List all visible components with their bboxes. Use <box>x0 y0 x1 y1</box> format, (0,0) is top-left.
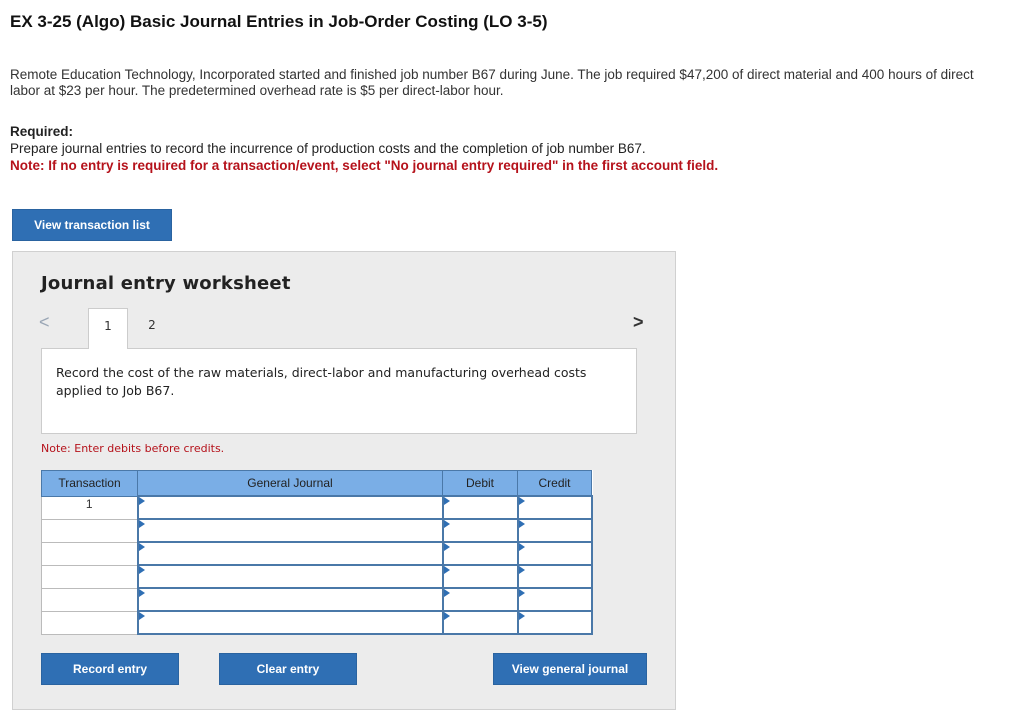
header-credit: Credit <box>517 470 592 497</box>
credit-input[interactable] <box>516 518 593 543</box>
problem-intro: Remote Education Technology, Incorporate… <box>10 67 974 98</box>
debit-input[interactable] <box>441 518 519 543</box>
account-select[interactable] <box>136 541 444 566</box>
table-row <box>41 587 593 612</box>
required-heading: Required: <box>10 124 74 139</box>
transaction-cell <box>41 541 138 566</box>
debit-input[interactable] <box>441 587 519 612</box>
account-select[interactable] <box>136 564 444 589</box>
clear-entry-button[interactable]: Clear entry <box>219 653 357 685</box>
table-row <box>41 518 593 543</box>
table-row <box>41 564 593 589</box>
input-marker-icon <box>443 520 450 528</box>
transaction-cell <box>41 587 138 612</box>
account-select[interactable] <box>136 495 444 520</box>
debit-input[interactable] <box>441 495 519 520</box>
header-transaction: Transaction <box>41 470 138 497</box>
record-entry-button[interactable]: Record entry <box>41 653 179 685</box>
tab-2[interactable]: 2 <box>132 308 172 349</box>
chevron-right-icon[interactable]: > <box>633 312 644 333</box>
debit-input[interactable] <box>441 610 519 635</box>
table-row <box>41 610 593 635</box>
header-general-journal: General Journal <box>137 470 443 497</box>
debits-credits-note: Note: Enter debits before credits. <box>41 442 225 455</box>
dropdown-marker-icon <box>138 566 145 574</box>
credit-input[interactable] <box>516 610 593 635</box>
transaction-cell: 1 <box>41 495 138 520</box>
input-marker-icon <box>518 543 525 551</box>
dropdown-marker-icon <box>138 543 145 551</box>
input-marker-icon <box>518 612 525 620</box>
dropdown-marker-icon <box>138 497 145 505</box>
credit-input[interactable] <box>516 587 593 612</box>
input-marker-icon <box>443 566 450 574</box>
header-debit: Debit <box>442 470 518 497</box>
credit-input[interactable] <box>516 541 593 566</box>
journal-table-header: Transaction General Journal Debit Credit <box>41 470 592 497</box>
input-marker-icon <box>518 589 525 597</box>
input-marker-icon <box>443 497 450 505</box>
tab-1[interactable]: 1 <box>88 308 128 349</box>
dropdown-marker-icon <box>138 589 145 597</box>
required-note: Note: If no entry is required for a tran… <box>10 158 719 173</box>
account-select[interactable] <box>136 610 444 635</box>
page-title: EX 3-25 (Algo) Basic Journal Entries in … <box>10 12 548 31</box>
debit-input[interactable] <box>441 541 519 566</box>
required-section: Required: Prepare journal entries to rec… <box>10 123 718 174</box>
transaction-cell <box>41 518 138 543</box>
worksheet-title: Journal entry worksheet <box>41 273 291 294</box>
journal-table: Transaction General Journal Debit Credit… <box>41 470 593 635</box>
input-marker-icon <box>443 543 450 551</box>
dropdown-marker-icon <box>138 520 145 528</box>
chevron-left-icon[interactable]: < <box>39 312 50 333</box>
view-general-journal-button[interactable]: View general journal <box>493 653 647 685</box>
required-instruction: Prepare journal entries to record the in… <box>10 141 646 156</box>
transaction-cell <box>41 564 138 589</box>
input-marker-icon <box>443 589 450 597</box>
input-marker-icon <box>443 612 450 620</box>
account-select[interactable] <box>136 587 444 612</box>
debit-input[interactable] <box>441 564 519 589</box>
transaction-cell <box>41 610 138 635</box>
journal-entry-worksheet: Journal entry worksheet < 1 2 > Record t… <box>12 251 676 710</box>
account-select[interactable] <box>136 518 444 543</box>
transaction-description: Record the cost of the raw materials, di… <box>41 348 637 434</box>
view-transaction-list-button[interactable]: View transaction list <box>12 209 172 241</box>
credit-input[interactable] <box>516 564 593 589</box>
dropdown-marker-icon <box>138 612 145 620</box>
credit-input[interactable] <box>516 495 593 520</box>
input-marker-icon <box>518 497 525 505</box>
table-row: 1 <box>41 495 593 520</box>
input-marker-icon <box>518 520 525 528</box>
table-row <box>41 541 593 566</box>
input-marker-icon <box>518 566 525 574</box>
